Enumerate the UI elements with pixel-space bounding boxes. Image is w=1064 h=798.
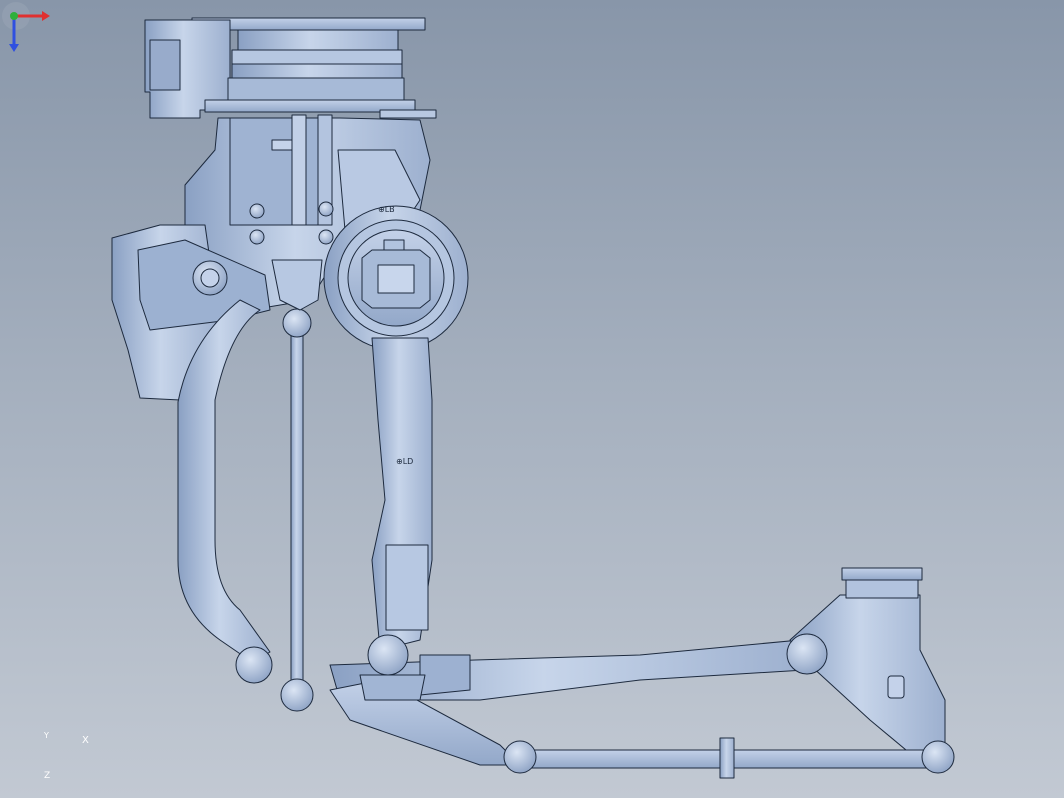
y-axis-dot [10, 12, 18, 20]
engraved-mark-top: ⊕LB [378, 205, 395, 214]
top-mount-plate [144, 17, 437, 119]
upright-arm [371, 337, 433, 651]
wheel-hub [323, 205, 469, 351]
z-axis-label: Z [44, 771, 51, 781]
x-axis-label: X [82, 735, 89, 746]
engraved-mark-arm: ⊕LD [396, 457, 413, 466]
reference-triad [2, 2, 50, 52]
cad-graphics-viewport[interactable]: ⊕LB ⊕LD X Y Z [0, 0, 1064, 798]
tie-rod-vertical [271, 259, 323, 686]
suspension-assembly-model[interactable]: ⊕LB ⊕LD [0, 0, 1064, 798]
y-axis-label: Y [44, 731, 49, 740]
bottom-link [519, 737, 936, 779]
